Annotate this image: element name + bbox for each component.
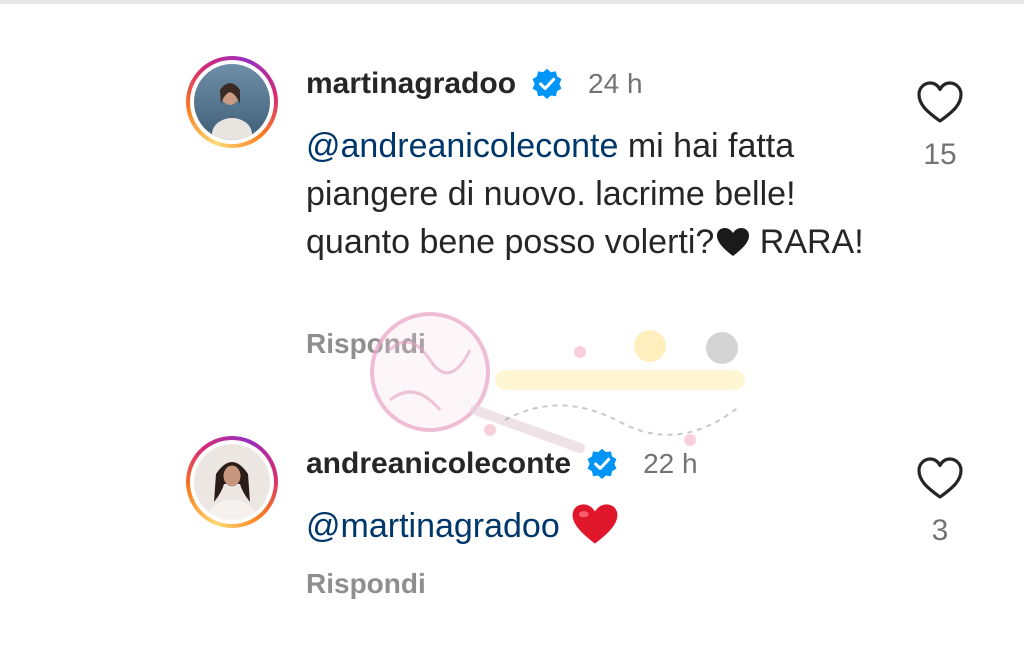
red-heart-emoji (572, 504, 618, 544)
avatar-story-ring[interactable] (186, 56, 278, 148)
comment-body (560, 507, 569, 545)
verified-badge-icon (587, 448, 617, 479)
reply-button[interactable]: Rispondi (306, 568, 426, 600)
comment-item: martinagradoo 24 h @andreanicoleconte mi… (0, 52, 1024, 372)
like-control: 15 (912, 80, 968, 172)
avatar (194, 64, 270, 140)
comment-body-end: RARA! (750, 223, 864, 261)
black-heart-emoji (717, 228, 750, 256)
username[interactable]: martinagradoo (306, 67, 516, 101)
comment-item: andreanicoleconte 22 h @martinagradoo Ri… (0, 432, 1024, 612)
comment-text: @martinagradoo (306, 502, 896, 550)
verified-badge-icon (532, 68, 562, 99)
heart-outline-icon[interactable] (916, 80, 964, 124)
like-control: 3 (912, 456, 968, 548)
timestamp: 24 h (588, 68, 643, 99)
reply-button[interactable]: Rispondi (306, 328, 426, 360)
timestamp: 22 h (643, 448, 698, 479)
mention-link[interactable]: @andreanicoleconte (306, 127, 618, 165)
avatar-story-ring[interactable] (186, 436, 278, 528)
comment-text: @andreanicoleconte mi hai fatta piangere… (306, 122, 896, 266)
avatar (194, 444, 270, 520)
mention-link[interactable]: @martinagradoo (306, 507, 560, 545)
top-divider (0, 0, 1024, 4)
like-count: 15 (923, 138, 957, 171)
like-count: 3 (931, 514, 949, 547)
heart-outline-icon[interactable] (916, 456, 964, 500)
username[interactable]: andreanicoleconte (306, 447, 571, 481)
